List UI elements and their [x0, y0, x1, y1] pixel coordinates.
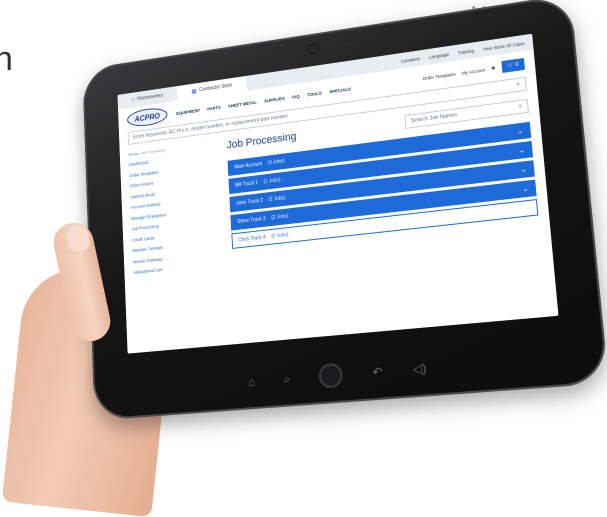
volume-icon[interactable]: ◁)	[412, 361, 427, 377]
nav-iaq[interactable]: IAQ	[292, 93, 300, 99]
user-icon[interactable]: ◉	[491, 65, 496, 71]
nav-tools[interactable]: TOOLS	[307, 90, 322, 97]
nav-sheet-metal[interactable]: SHEET METAL	[228, 99, 257, 108]
home-icon[interactable]: ⌂	[248, 375, 256, 390]
chevron-down-icon: ⌄	[516, 127, 524, 136]
acpro-logo[interactable]: ACPRO	[126, 106, 168, 129]
order-templates-link[interactable]: Order Templates	[422, 71, 455, 81]
chevron-down-icon: ⌄	[520, 166, 528, 175]
job-count: (2 Jobs)	[268, 195, 286, 203]
job-name: Bill Truck 1	[235, 180, 259, 189]
tab-label: Contractor Store	[199, 82, 233, 94]
account-sidebar: Home / Job Processing Dashboard Order Te…	[128, 139, 233, 281]
search-icon[interactable]: ⌕	[519, 103, 523, 110]
search-icon[interactable]: ⌕	[283, 371, 290, 387]
chevron-down-icon: ⌄	[518, 146, 526, 155]
job-count: (3 Jobs)	[267, 158, 285, 167]
camera-icon	[309, 44, 318, 54]
back-icon[interactable]: ↶	[372, 364, 383, 379]
store-icon: ▦	[191, 88, 197, 95]
link-store[interactable]: Your Store: El Cajon	[483, 40, 525, 51]
page-title: Job Processing	[226, 130, 297, 152]
job-name: Steve Truck 3	[237, 215, 266, 226]
nav-equipment[interactable]: EQUIPMENT	[176, 107, 200, 115]
nav-parts[interactable]: PARTS	[207, 105, 221, 112]
job-search-placeholder: Search Job Names	[410, 112, 458, 125]
main-panel: Job Processing Search Job Names ⌕ Main A…	[226, 98, 540, 271]
tablet-device: ⌂ Homeowners ▦ Contractor Store Location…	[82, 0, 607, 421]
cart-button[interactable]: 🛒 0	[500, 57, 526, 74]
breadcrumb-home[interactable]: Home	[128, 151, 138, 157]
breadcrumb-current: Job Processing	[140, 147, 165, 156]
house-icon: ⌂	[131, 96, 135, 103]
link-locations[interactable]: Locations	[401, 56, 420, 64]
home-button[interactable]	[318, 362, 344, 389]
job-name: John Truck 2	[236, 197, 264, 207]
tab-label: Homeowners	[137, 92, 164, 103]
link-language[interactable]: Language	[429, 51, 449, 59]
nav-specials[interactable]: SPECIALS	[329, 86, 351, 94]
job-count: (0 Jobs)	[271, 231, 289, 240]
job-count: (1 Jobs)	[263, 177, 281, 186]
tablet-screen: ⌂ Homeowners ▦ Contractor Store Location…	[117, 33, 559, 354]
job-name: Main Account	[234, 161, 263, 171]
speaker-grille	[325, 40, 355, 48]
link-training[interactable]: Training	[458, 48, 475, 55]
my-account-link[interactable]: My Account	[461, 67, 485, 75]
cart-count: 0	[515, 61, 519, 69]
chevron-down-icon: ⌄	[522, 185, 529, 194]
cart-icon: 🛒	[507, 62, 515, 70]
job-count: (2 Jobs)	[271, 213, 289, 222]
job-name: Chris Truck 4	[238, 234, 266, 244]
search-icon[interactable]: ⌕	[516, 81, 520, 88]
nav-supplies[interactable]: SUPPLIES	[264, 95, 285, 103]
